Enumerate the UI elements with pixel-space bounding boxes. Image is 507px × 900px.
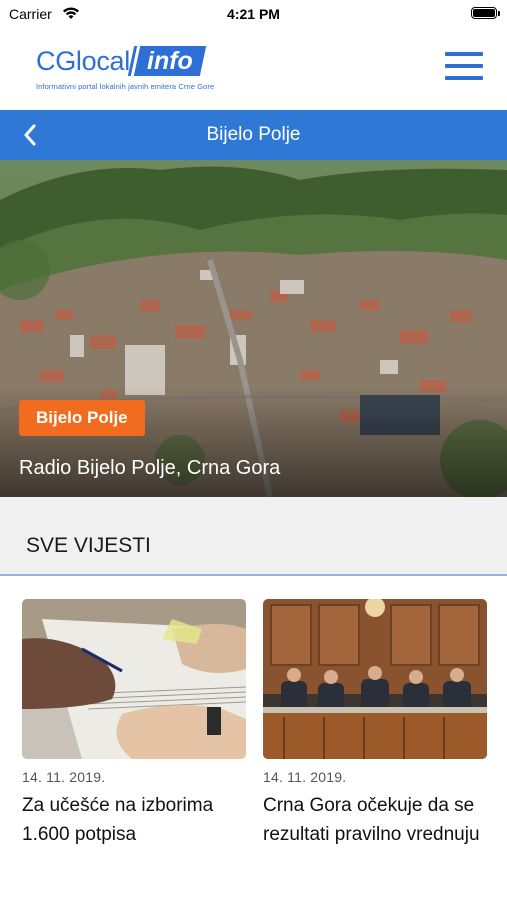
app-header: CGlocal info Informativni portal lokalni… xyxy=(0,30,507,110)
news-card[interactable]: 14. 11. 2019. Za učešće na izborima 1.60… xyxy=(22,599,246,849)
news-title[interactable]: Crna Gora očekuje da se rezultati pravil… xyxy=(263,791,487,849)
hero-banner[interactable]: Bijelo Polje Radio Bijelo Polje, Crna Go… xyxy=(0,160,507,497)
hero-caption: Radio Bijelo Polje, Crna Gora xyxy=(19,457,281,479)
navigation-bar: Bijelo Polje xyxy=(0,110,507,160)
signing-document-photo xyxy=(22,599,246,759)
news-date: 14. 11. 2019. xyxy=(263,769,347,785)
section-header: SVE VIJESTI xyxy=(0,514,507,576)
page-title: Bijelo Polje xyxy=(206,124,301,145)
news-thumbnail[interactable] xyxy=(22,599,246,759)
news-title[interactable]: Za učešće na izborima 1.600 potpisa xyxy=(22,791,246,849)
status-bar: Carrier 4:21 PM xyxy=(0,0,507,30)
logo-subtitle: Informativni portal lokalnih javnih emit… xyxy=(36,82,215,91)
location-badge[interactable]: Bijelo Polje xyxy=(19,400,145,436)
battery-icon xyxy=(471,7,497,19)
section-spacer xyxy=(0,497,507,514)
status-time: 4:21 PM xyxy=(227,6,280,22)
section-title: SVE VIJESTI xyxy=(26,534,151,557)
hamburger-menu-icon[interactable] xyxy=(445,52,483,84)
news-date: 14. 11. 2019. xyxy=(22,769,106,785)
news-card[interactable]: 14. 11. 2019. Crna Gora očekuje da se re… xyxy=(263,599,487,849)
cglocal-logo[interactable]: CGlocal info Informativni portal lokalni… xyxy=(36,44,215,92)
app-screen: Carrier 4:21 PM CGlocal info Informativn… xyxy=(0,0,507,900)
news-thumbnail[interactable] xyxy=(263,599,487,759)
conference-panel-photo xyxy=(263,599,487,759)
logo-text: CGlocal xyxy=(36,45,130,76)
battery-tip xyxy=(498,11,500,16)
logo-badge: info xyxy=(130,46,206,76)
